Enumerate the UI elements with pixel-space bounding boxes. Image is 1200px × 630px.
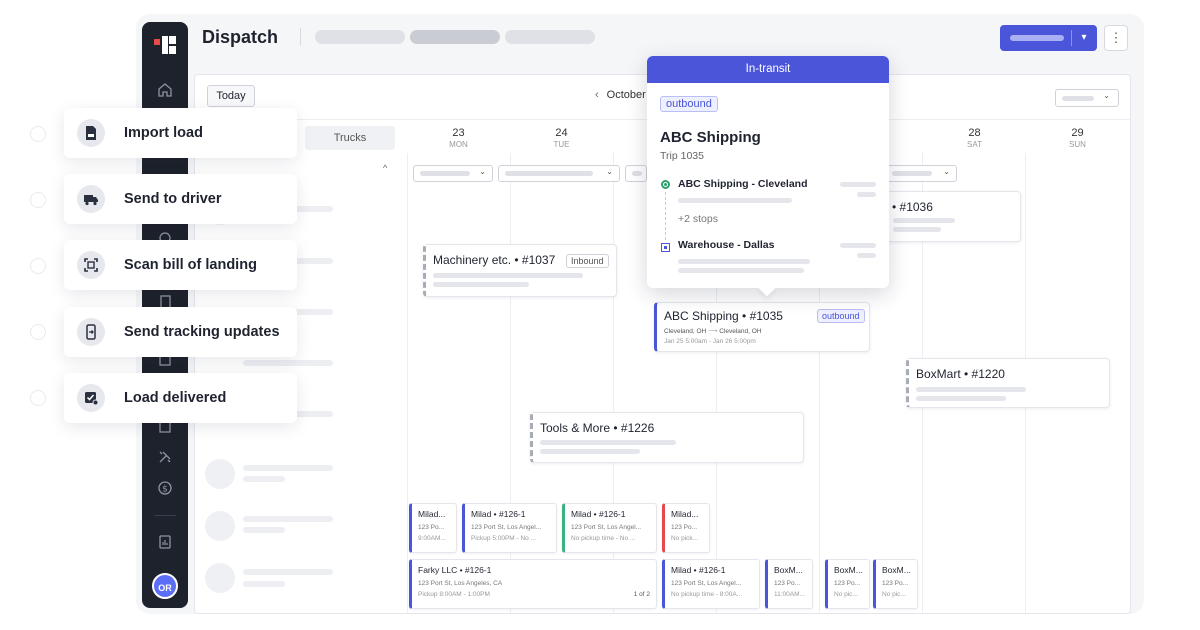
pagination-text: 1 of 2	[633, 591, 650, 598]
extra-stops[interactable]: +2 stops	[678, 213, 718, 225]
month-nav[interactable]: ‹ October	[595, 89, 646, 101]
mini-load-card[interactable]: Milad... 123 Po... No pick...	[662, 503, 710, 553]
destination-marker-icon	[661, 243, 670, 252]
collapse-caret-icon[interactable]: ^	[383, 163, 387, 173]
scan-icon	[77, 251, 105, 279]
mini-load-card[interactable]: BoxM... 123 Po... No pic...	[825, 559, 870, 609]
mini-load-card[interactable]: Milad • #126-1 123 Port St, Los Angel... P…	[462, 503, 557, 553]
mini-load-card[interactable]: Farky LLC • #126-1 123 Port St, Los Angel…	[409, 559, 657, 609]
day-header: 23 MON	[449, 127, 468, 149]
day-header: 24 TUE	[553, 127, 570, 149]
delivered-check-icon	[77, 384, 105, 412]
chevron-down-icon[interactable]: ▾	[1076, 30, 1092, 46]
filter-dropdown[interactable]: ⌄	[498, 165, 620, 182]
tools-icon[interactable]	[155, 449, 175, 469]
month-label: October	[606, 89, 646, 101]
timeline-dot	[30, 126, 46, 142]
popover-trip: Trip 1035	[660, 150, 704, 162]
truck-name-placeholder	[243, 569, 333, 575]
inbound-badge: Inbound	[566, 254, 609, 268]
truck-name-placeholder	[243, 360, 333, 366]
dollar-icon[interactable]: $	[155, 480, 175, 500]
destination-stop: Warehouse - Dallas	[678, 239, 775, 251]
filter-dropdown[interactable]: ⌄	[413, 165, 493, 182]
filter-dropdown[interactable]	[625, 165, 647, 182]
home-icon[interactable]	[155, 82, 175, 102]
time-range: Jan 25 5:00am - Jan 26 5:00pm	[664, 338, 756, 345]
sidebar-divider	[154, 515, 176, 516]
mini-load-card[interactable]: BoxM... 123 Po... No pic...	[873, 559, 918, 609]
header-tab-placeholder-active[interactable]	[410, 30, 500, 44]
user-avatar[interactable]: OR	[152, 573, 178, 599]
timeline-dot	[30, 192, 46, 208]
truck-sub-placeholder	[243, 476, 285, 482]
action-label: Send to driver	[124, 191, 222, 207]
outbound-badge: outbound	[660, 96, 718, 112]
grid-line	[407, 153, 408, 613]
load-title: BoxMart • #1220	[916, 367, 1005, 381]
view-select[interactable]: ⌄	[1055, 89, 1119, 107]
day-header: 29 SUN	[1069, 127, 1086, 149]
outbound-badge: outbound	[817, 309, 865, 323]
day-header: 28 SAT	[967, 127, 982, 149]
load-title: ABC Shipping • #1035	[664, 309, 783, 323]
today-button[interactable]: Today	[207, 85, 255, 107]
truck-avatar	[205, 563, 235, 593]
svg-text:$: $	[162, 485, 168, 495]
action-label: Scan bill of landing	[124, 257, 257, 273]
mini-load-card[interactable]: Milad • #126-1 123 Port St, Los Angel... N…	[662, 559, 760, 609]
load-card-1037[interactable]: Machinery etc. • #1037 Inbound	[423, 244, 617, 297]
mini-load-card[interactable]: Milad... 123 Po... 9:00AM...	[409, 503, 457, 553]
filter-dropdown[interactable]: ⌄	[885, 165, 957, 182]
timeline-dot	[30, 258, 46, 274]
load-card-1036[interactable]: • #1036	[875, 191, 1021, 242]
load-title: Tools & More • #1226	[540, 421, 655, 435]
truck-name-placeholder	[243, 465, 333, 471]
action-label: Send tracking updates	[124, 324, 280, 340]
phone-update-icon	[77, 318, 105, 346]
load-card-1035[interactable]: ABC Shipping • #1035 outbound Cleveland,…	[654, 302, 870, 352]
import-file-icon	[77, 119, 105, 147]
action-send-tracking[interactable]: Send tracking updates	[64, 307, 297, 357]
chevron-left-icon[interactable]: ‹	[595, 89, 599, 101]
truck-icon	[77, 185, 105, 213]
action-label: Import load	[124, 125, 203, 141]
page-title: Dispatch	[202, 27, 279, 47]
header-tab-placeholder[interactable]	[315, 30, 405, 44]
load-card-1220[interactable]: BoxMart • #1220	[906, 358, 1110, 408]
primary-action-button[interactable]: ▾	[1000, 25, 1097, 51]
action-label: Load delivered	[124, 390, 227, 406]
truck-sub-placeholder	[243, 527, 285, 533]
reports-icon[interactable]	[155, 534, 175, 554]
mini-load-card[interactable]: Milad • #126-1 123 Port St, Los Angel... N…	[562, 503, 657, 553]
mini-load-card[interactable]: BoxM... 123 Po... 11:00AM...	[765, 559, 813, 609]
route-connector	[665, 192, 666, 240]
timeline-dot	[30, 390, 46, 406]
app-logo[interactable]	[154, 36, 176, 54]
load-card-1226[interactable]: Tools & More • #1226	[530, 412, 804, 463]
action-send-to-driver[interactable]: Send to driver	[64, 174, 297, 224]
truck-avatar	[205, 459, 235, 489]
tab-trucks[interactable]: Trucks	[305, 126, 395, 150]
route-text: Cleveland, OH ⟶ Cleveland, OH	[664, 328, 762, 335]
action-load-delivered[interactable]: Load delivered	[64, 373, 297, 423]
status-header: In-transit	[647, 56, 889, 83]
action-import-load[interactable]: Import load	[64, 108, 297, 158]
load-title: Machinery etc. • #1037	[433, 253, 556, 267]
popover-company: ABC Shipping	[660, 129, 761, 146]
chevron-down-icon: ⌄	[1103, 91, 1110, 100]
more-options-icon[interactable]: ⋮	[1104, 25, 1128, 51]
truck-name-placeholder	[243, 516, 333, 522]
load-title: • #1036	[892, 200, 933, 214]
action-scan-bill[interactable]: Scan bill of landing	[64, 240, 297, 290]
load-detail-popover[interactable]: In-transit outbound ABC Shipping Trip 10…	[647, 56, 889, 297]
header-tab-placeholder[interactable]	[505, 30, 595, 44]
header-divider	[300, 28, 301, 46]
origin-marker-icon	[661, 180, 670, 189]
truck-avatar	[205, 511, 235, 541]
timeline-dot	[30, 324, 46, 340]
origin-stop: ABC Shipping - Cleveland	[678, 178, 808, 190]
truck-sub-placeholder	[243, 581, 285, 587]
